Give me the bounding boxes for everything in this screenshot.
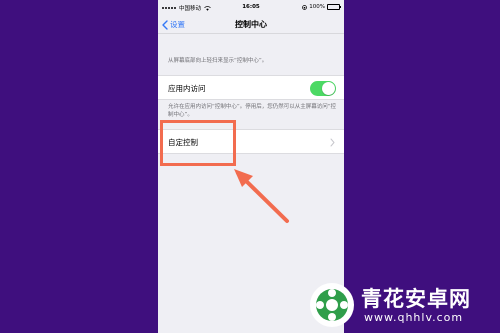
navigation-bar: 设置 控制中心 — [158, 14, 344, 34]
watermark-url: www.qhhlv.com — [364, 311, 464, 324]
access-within-apps-row: 应用内访问 — [158, 75, 344, 100]
status-bar: 中国移动 16:05 100% — [158, 0, 344, 14]
access-within-apps-toggle[interactable] — [310, 81, 336, 96]
access-hint: 允许在应用内访问“控制中心”。停用后，您仍然可以从主屏幕访问“控制中心”。 — [168, 104, 337, 118]
watermark: 青花安卓网 www.qhhlv.com — [309, 282, 494, 328]
highlight-box — [160, 120, 236, 166]
battery-icon — [327, 4, 341, 10]
access-within-apps-label: 应用内访问 — [168, 84, 206, 93]
chevron-right-icon — [330, 138, 335, 147]
toggle-knob — [322, 82, 335, 95]
battery-percent: 100% — [309, 4, 325, 10]
lock-rotation-icon — [302, 4, 308, 10]
watermark-title: 青花安卓网 — [361, 287, 471, 311]
swipe-hint: 从屏幕底部向上轻扫来显示“控制中心”。 — [168, 58, 268, 64]
page-title: 控制中心 — [235, 20, 267, 29]
status-right: 100% — [302, 4, 341, 10]
watermark-logo-icon — [310, 283, 354, 327]
